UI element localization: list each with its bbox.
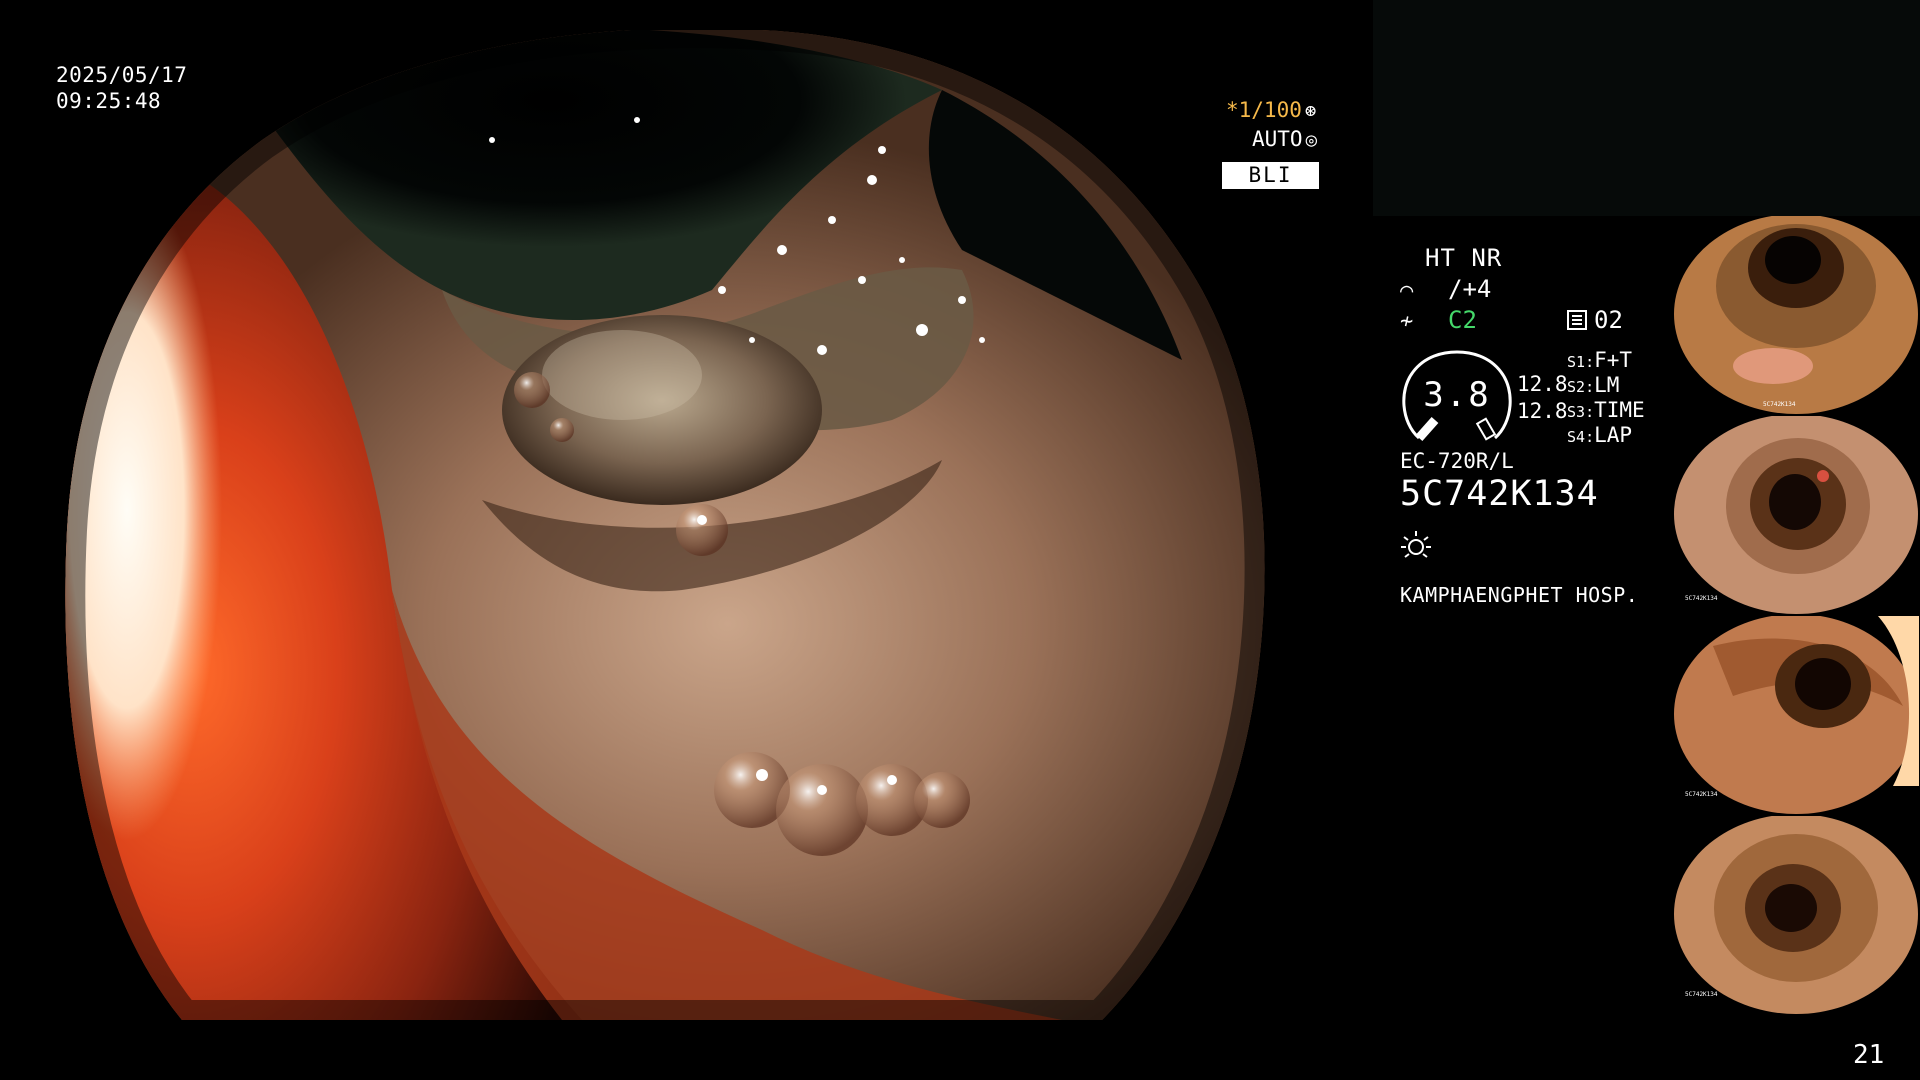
exposure-mode-text: AUTO [1252,127,1303,151]
exposure-mode-readout: AUTO ◎ [1252,127,1317,151]
imaging-mode-badge: BLI [1222,162,1319,189]
capture-count-value: 02 [1594,306,1623,334]
switch-s4: S4:LAP [1567,423,1633,447]
switch-label: S3 [1567,403,1586,421]
thumbnail-label: 5C742K134 [1685,991,1718,998]
shutter-speed-text: *1/100 [1226,98,1302,122]
switch-s1: S1:F+T [1567,348,1633,372]
enhancement-value: /+4 [1448,275,1492,303]
time-text: 09:25:48 [56,89,162,113]
endoscope-image [62,30,1272,1020]
date-text: 2025/05/17 [56,63,188,87]
switch-label: S1 [1567,353,1586,371]
switch-value: LM [1594,373,1620,397]
datetime-readout: 2025/05/17 09:25:48 [56,62,187,114]
switch-label: S2 [1567,378,1586,396]
ratio-top-value: 12.8 [1517,372,1568,396]
switch-value: LAP [1594,423,1633,447]
thumbnail-label: 5C742K134 [1763,401,1796,408]
switch-label: S4 [1567,428,1586,446]
color-mode-icon: ≁ [1400,309,1414,334]
ratio-bottom-value: 12.8 [1517,399,1568,423]
enhancement-readout: ⌒ /+4 [1400,275,1491,303]
switch-s2: S2:LM [1567,373,1620,397]
thumbnail-label: 5C742K134 [1685,595,1718,602]
ht-nr-label: HT NR [1425,244,1503,272]
color-mode-readout: ≁ C2 [1400,306,1477,334]
enhancement-icon: ⌒ [1400,278,1414,303]
scope-model: EC-720R/L [1400,449,1514,473]
document-icon [1567,310,1587,330]
switch-s3: S3:TIME [1567,398,1645,422]
capture-count-readout: 02 [1566,306,1623,334]
hospital-name: KAMPHAENGPHET HOSP. [1400,583,1639,607]
thumbnail-label: 5C742K134 [1685,791,1718,798]
page-number: 21 [1853,1040,1885,1070]
thumbnail-3[interactable]: 5C742K134 [1673,616,1919,814]
iris-icon: ◎ [1305,129,1318,151]
info-panel-header [1373,0,1920,216]
thumbnail-2[interactable]: 5C742K134 [1673,416,1919,614]
aperture-icon: ⊛ [1304,100,1317,122]
thumbnail-1[interactable]: 5C742K134 [1673,216,1919,414]
scope-serial: 5C742K134 [1400,474,1599,514]
thumbnail-4[interactable]: 5C742K134 [1673,816,1919,1014]
color-mode-value: C2 [1448,306,1477,334]
switch-value: TIME [1594,398,1645,422]
zoom-value: 3.8 [1423,375,1491,415]
shutter-speed-readout: *1/100 ⊛ [1226,98,1316,122]
light-source-icon [1401,531,1431,558]
switch-value: F+T [1594,348,1633,372]
